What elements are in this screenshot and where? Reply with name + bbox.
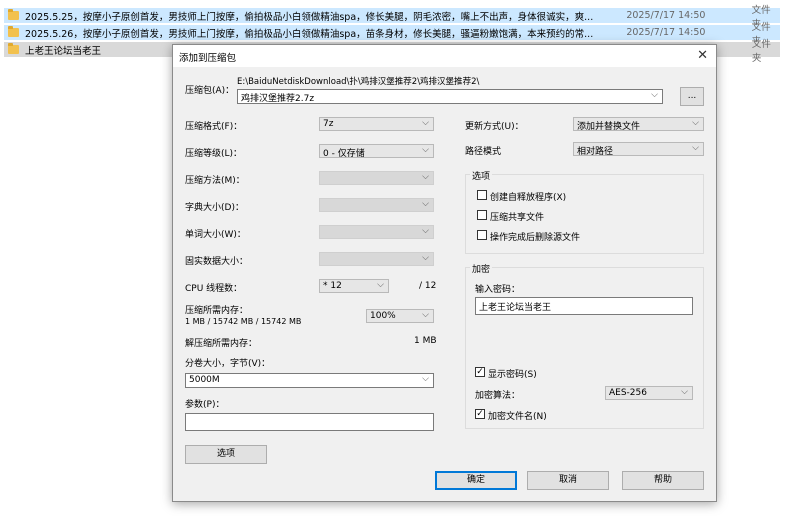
options-group-label: 选项 — [470, 169, 493, 182]
file-type: 文件夹 — [751, 38, 771, 64]
ok-button[interactable]: 确定 — [435, 471, 517, 490]
chevron-down-icon: ⌵ — [422, 310, 429, 320]
method-select: ⌵ — [319, 171, 434, 185]
algo-label: 加密算法： — [475, 391, 521, 401]
file-date: 2025/7/17 14:50 — [626, 27, 706, 38]
solid-label: 固实数据大小： — [185, 257, 249, 267]
mem-comp-label: 压缩所需内存： — [185, 306, 249, 316]
password-input[interactable]: 上老王论坛当老王 — [475, 297, 693, 315]
chevron-down-icon: ⌵ — [422, 118, 429, 128]
options-group: 选项 创建自释放程序(X) 压缩共享文件 操作完成后删除源文件 — [465, 169, 704, 254]
update-label: 更新方式(U)： — [465, 122, 524, 132]
archive-name-combo[interactable]: 鸡排汉堡推荐2.7z ⌵ — [237, 89, 663, 104]
dialog-title: 添加到压缩包 — [179, 53, 237, 64]
dialog-titlebar: 添加到压缩包 ✕ — [173, 45, 716, 67]
word-label: 单词大小(W)： — [185, 230, 246, 240]
cancel-button[interactable]: 取消 — [527, 471, 609, 490]
path-label: 路径模式 — [465, 147, 502, 157]
dict-select: ⌵ — [319, 198, 434, 212]
show-password-checkbox[interactable]: ✓ — [475, 367, 485, 377]
delete-source-checkbox[interactable] — [477, 230, 487, 240]
chevron-down-icon: ⌵ — [422, 172, 429, 182]
update-select[interactable]: 添加并替换文件 ⌵ — [573, 117, 704, 132]
dict-label: 字典大小(D)： — [185, 203, 244, 213]
file-row[interactable]: 2025.5.26，按摩小子原创首发，男技师上门按摩，偷拍极品小白领做精油spa… — [4, 22, 780, 47]
path-select[interactable]: 相对路径 ⌵ — [573, 142, 704, 157]
solid-select: ⌵ — [319, 252, 434, 266]
chevron-down-icon: ⌵ — [651, 90, 658, 100]
chevron-down-icon: ⌵ — [422, 374, 429, 384]
format-label: 压缩格式(F)： — [185, 122, 243, 132]
browse-button[interactable]: ... — [680, 87, 704, 106]
mem-percent-select[interactable]: 100% ⌵ — [366, 309, 434, 323]
method-label: 压缩方法(M)： — [185, 176, 245, 186]
password-label: 输入密码： — [475, 285, 521, 295]
shared-checkbox[interactable] — [477, 210, 487, 220]
file-date: 2025/7/17 14:50 — [626, 10, 706, 21]
show-password-label: 显示密码(S) — [488, 370, 537, 380]
file-name: 2025.5.25，按摩小子原创首发，男技师上门按摩，偷拍极品小白领做精油spa… — [25, 11, 594, 23]
folder-icon — [8, 43, 19, 54]
mem-percent-value: 100% — [370, 311, 396, 321]
path-value: 相对路径 — [577, 147, 614, 157]
mem-decomp-value: 1 MB — [414, 336, 437, 346]
encryption-group-label: 加密 — [470, 262, 493, 275]
word-select: ⌵ — [319, 225, 434, 239]
chevron-down-icon: ⌵ — [422, 145, 429, 155]
folder-icon — [8, 9, 19, 20]
threads-max: / 12 — [419, 281, 437, 291]
format-select[interactable]: 7z ⌵ — [319, 117, 434, 131]
file-row[interactable]: 2025.5.25，按摩小子原创首发，男技师上门按摩，偷拍极品小白领做精油spa… — [4, 5, 780, 30]
volume-label: 分卷大小，字节(V)： — [185, 359, 271, 369]
archive-label: 压缩包(A)： — [185, 86, 235, 96]
threads-select[interactable]: * 12 ⌵ — [319, 279, 389, 293]
chevron-down-icon: ⌵ — [422, 253, 429, 263]
volume-value: 5000M — [189, 375, 220, 385]
mem-decomp-label: 解压缩所需内存： — [185, 339, 258, 349]
algo-select[interactable]: AES-256 ⌵ — [605, 386, 693, 400]
level-value: 0 - 仅存储 — [323, 149, 365, 159]
chevron-down-icon: ⌵ — [422, 199, 429, 209]
level-label: 压缩等级(L)： — [185, 149, 243, 159]
add-to-archive-dialog: 添加到压缩包 ✕ 压缩包(A)： E:\BaiduNetdiskDownload… — [172, 44, 717, 502]
folder-icon — [8, 26, 19, 37]
volume-combo[interactable]: 5000M ⌵ — [185, 373, 434, 388]
level-select[interactable]: 0 - 仅存储 ⌵ — [319, 144, 434, 159]
chevron-down-icon: ⌵ — [692, 118, 699, 128]
archive-name-value: 鸡排汉堡推荐2.7z — [241, 94, 315, 104]
chevron-down-icon: ⌵ — [422, 226, 429, 236]
options-button[interactable]: 选项 — [185, 445, 267, 464]
format-value: 7z — [323, 119, 334, 129]
mem-comp-value: 1 MB / 15742 MB / 15742 MB — [185, 317, 302, 326]
encrypt-names-label: 加密文件名(N) — [488, 412, 547, 422]
close-icon[interactable]: ✕ — [697, 48, 708, 63]
shared-label: 压缩共享文件 — [490, 213, 545, 223]
update-value: 添加并替换文件 — [577, 122, 641, 132]
algo-value: AES-256 — [609, 388, 647, 398]
encrypt-names-checkbox[interactable]: ✓ — [475, 409, 485, 419]
threads-label: CPU 线程数： — [185, 284, 243, 294]
chevron-down-icon: ⌵ — [681, 387, 688, 397]
chevron-down-icon: ⌵ — [692, 143, 699, 153]
encryption-group: 加密 输入密码： 上老王论坛当老王 ✓ 显示密码(S) 加密算法： AES-25… — [465, 262, 704, 429]
help-button[interactable]: 帮助 — [622, 471, 704, 490]
params-label: 参数(P)： — [185, 400, 225, 410]
params-input[interactable] — [185, 413, 434, 431]
delete-source-label: 操作完成后删除源文件 — [490, 233, 581, 243]
sfx-label: 创建自释放程序(X) — [490, 193, 567, 203]
threads-value: * 12 — [323, 281, 342, 291]
sfx-checkbox[interactable] — [477, 190, 487, 200]
chevron-down-icon: ⌵ — [377, 280, 384, 290]
archive-path: E:\BaiduNetdiskDownload\扑\鸡排汉堡推荐2\鸡排汉堡推荐… — [237, 77, 480, 87]
file-name: 2025.5.26，按摩小子原创首发，男技师上门按摩，偷拍极品小白领做精油spa… — [25, 28, 594, 40]
